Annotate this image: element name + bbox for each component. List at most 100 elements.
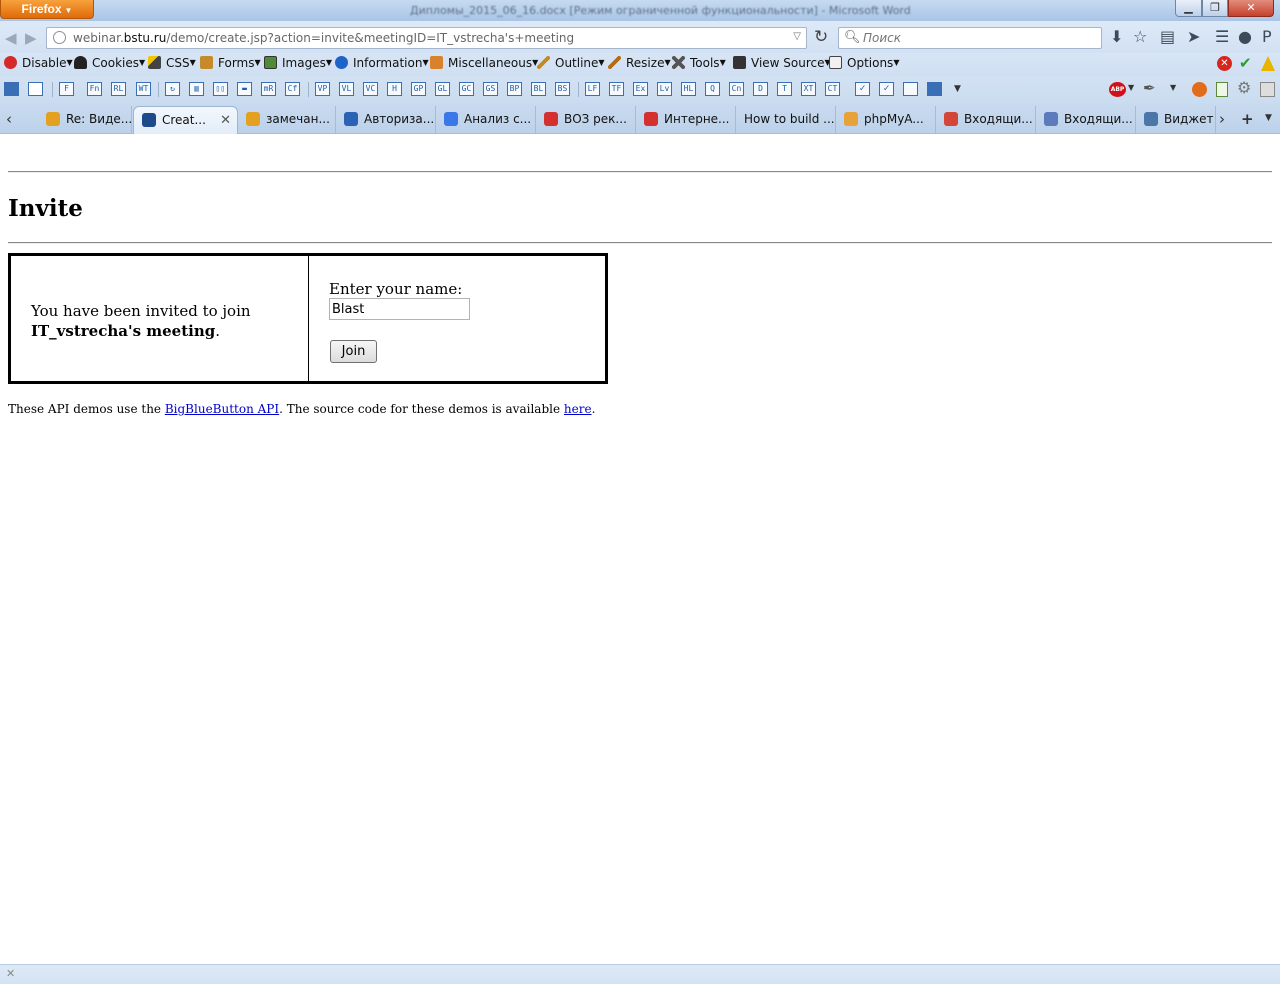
document-check-icon[interactable] — [1216, 82, 1228, 97]
bookmarks-list-icon[interactable]: ▤ — [1160, 27, 1175, 46]
validation-button[interactable]: CT — [825, 82, 840, 96]
dev-menu-forms[interactable]: Forms▼ — [200, 56, 261, 70]
dev-menu-information[interactable]: Information▼ — [335, 56, 429, 70]
gear-icon[interactable]: ⚙ — [1237, 78, 1251, 97]
search-input[interactable] — [863, 30, 1093, 46]
bigbluebutton-api-link[interactable]: BigBlueButton API — [165, 402, 279, 416]
validation-button[interactable]: WT — [136, 82, 151, 96]
validation-button[interactable]: VP — [315, 82, 330, 96]
validation-button[interactable]: BS — [555, 82, 570, 96]
firefox-menu-button[interactable]: Firefox ▼ — [0, 0, 94, 19]
validation-button[interactable]: VL — [339, 82, 354, 96]
validation-button[interactable]: GP — [411, 82, 426, 96]
chevron-down-icon[interactable]: ▼ — [1128, 83, 1134, 92]
close-icon[interactable]: ✕ — [6, 967, 15, 980]
minimize-button[interactable]: ▁ — [1175, 0, 1202, 17]
validation-button[interactable]: D — [753, 82, 768, 96]
validation-button[interactable]: GL — [435, 82, 450, 96]
validation-button[interactable]: Cf — [285, 82, 300, 96]
layout-grid-icon[interactable] — [4, 82, 19, 96]
validation-button[interactable]: RL — [111, 82, 126, 96]
validation-button[interactable]: F — [59, 82, 74, 96]
menu-icon[interactable]: ☰ — [1215, 27, 1229, 46]
forward-arrow-icon[interactable]: ▶ — [25, 29, 37, 47]
join-button[interactable]: Join — [330, 340, 377, 363]
download-icon[interactable]: ⬇ — [1110, 27, 1123, 46]
tab[interactable]: Виджет ... — [1136, 106, 1216, 134]
dev-menu-view-source[interactable]: View Source▼ — [733, 56, 831, 70]
ok-extension-icon[interactable] — [1192, 82, 1207, 97]
tab[interactable]: Входящи... — [936, 106, 1036, 134]
validation-button[interactable]: GS — [483, 82, 498, 96]
dev-menu-options[interactable]: Options▼ — [829, 56, 899, 70]
adblock-icon[interactable]: ABP — [1109, 82, 1126, 97]
chevron-down-icon[interactable]: ▽ — [793, 31, 801, 42]
tab[interactable]: Re: Виде... — [38, 106, 132, 134]
tab[interactable]: Анализ с... — [436, 106, 536, 134]
validation-button[interactable]: H — [387, 82, 402, 96]
error-icon[interactable]: ✕ — [1217, 56, 1232, 71]
warning-icon[interactable] — [1261, 56, 1275, 71]
validation-button[interactable]: BP — [507, 82, 522, 96]
url-bar[interactable]: webinar.bstu.ru/demo/create.jsp?action=i… — [46, 27, 807, 49]
new-tab-icon[interactable]: + — [1241, 110, 1254, 128]
validation-button[interactable]: ▬ — [237, 82, 252, 96]
maximize-button[interactable]: ❐ — [1202, 0, 1228, 17]
dev-menu-resize[interactable]: Resize▼ — [608, 56, 671, 70]
validation-button[interactable]: mR — [261, 82, 276, 96]
validation-button[interactable]: Lv — [657, 82, 672, 96]
tab[interactable]: Входящи... — [1036, 106, 1136, 134]
tab[interactable]: phpMyA... — [836, 106, 936, 134]
url-text[interactable]: webinar.bstu.ru/demo/create.jsp?action=i… — [73, 31, 574, 45]
validation-button[interactable]: ↻ — [165, 82, 180, 96]
dev-menu-outline[interactable]: Outline▼ — [537, 56, 605, 70]
send-icon[interactable]: ➤ — [1187, 27, 1200, 46]
name-input[interactable] — [329, 298, 470, 320]
chevron-down-icon[interactable]: ▼ — [1170, 83, 1176, 92]
source-code-link[interactable]: here — [564, 402, 592, 416]
list-all-tabs-icon[interactable]: ▼ — [1265, 113, 1272, 123]
close-tab-icon[interactable]: ✕ — [220, 107, 231, 134]
back-arrow-icon[interactable]: ◀ — [5, 29, 17, 47]
layout-grid-icon[interactable] — [927, 82, 942, 96]
bookmark-star-icon[interactable]: ☆ — [1133, 27, 1147, 46]
scroll-tabs-left-icon[interactable]: ‹ — [6, 110, 12, 128]
tab[interactable]: замечан... — [238, 106, 336, 134]
checkbox-button[interactable] — [903, 82, 918, 96]
dev-menu-miscellaneous[interactable]: Miscellaneous▼ — [430, 56, 538, 70]
checkbox-button[interactable]: ✓ — [855, 82, 870, 96]
eyedropper-icon[interactable]: ✒ — [1143, 79, 1156, 97]
validation-button[interactable]: ▥ — [189, 82, 204, 96]
validation-button[interactable]: VC — [363, 82, 378, 96]
scroll-tabs-right-icon[interactable]: › — [1219, 110, 1225, 128]
tab[interactable]: ВОЗ рек... — [536, 106, 636, 134]
dev-menu-cookies[interactable]: Cookies▼ — [74, 56, 145, 70]
validation-button[interactable]: XT — [801, 82, 816, 96]
p-extension-icon[interactable]: P — [1262, 27, 1272, 46]
search-bar[interactable]: 🔍︎ — [838, 27, 1102, 49]
validation-button[interactable]: T — [777, 82, 792, 96]
validation-button[interactable]: Fn — [87, 82, 102, 96]
tab-active[interactable]: Creat... ✕ — [133, 106, 238, 134]
validation-button[interactable]: Cn — [729, 82, 744, 96]
tab[interactable]: Интерне... — [636, 106, 736, 134]
validation-button[interactable]: Q — [705, 82, 720, 96]
validation-button[interactable]: Ex — [633, 82, 648, 96]
validation-button[interactable]: TF — [609, 82, 624, 96]
tab[interactable]: Авториза... — [336, 106, 436, 134]
layout-grid-alt-icon[interactable] — [28, 82, 43, 96]
dev-menu-tools[interactable]: Tools▼ — [672, 56, 726, 70]
reload-icon[interactable]: ↻ — [814, 27, 828, 47]
validation-button[interactable]: HL — [681, 82, 696, 96]
extension-box-icon[interactable] — [1260, 82, 1275, 97]
dev-menu-images[interactable]: Images▼ — [264, 56, 332, 70]
dev-menu-css[interactable]: CSS▼ — [148, 56, 196, 70]
validation-button[interactable]: BL — [531, 82, 546, 96]
validation-button[interactable]: ▯▯ — [213, 82, 228, 96]
chat-icon[interactable]: ● — [1238, 27, 1252, 46]
validation-button[interactable]: GC — [459, 82, 474, 96]
chevron-down-icon[interactable]: ▼ — [954, 84, 961, 94]
checkbox-button[interactable]: ✓ — [879, 82, 894, 96]
tab[interactable]: How to build ... — [736, 106, 836, 134]
validation-button[interactable]: LF — [585, 82, 600, 96]
